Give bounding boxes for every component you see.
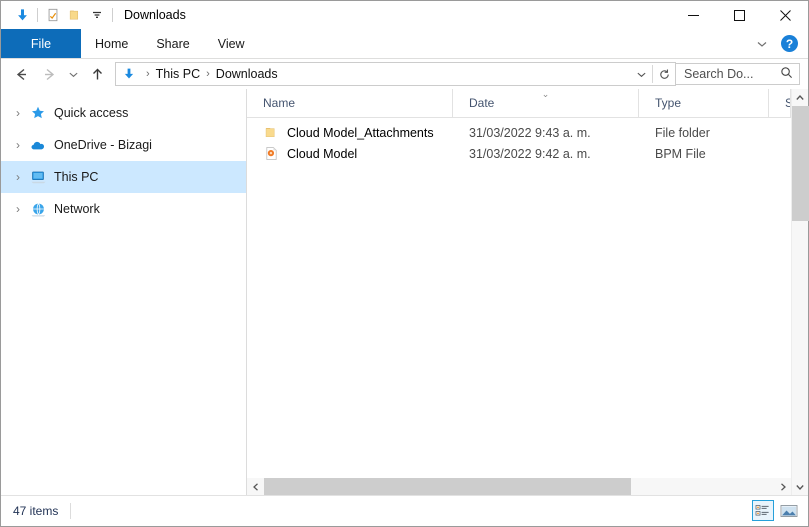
scroll-down-button[interactable] — [792, 478, 809, 495]
maximize-button[interactable] — [716, 1, 762, 29]
window-title: Downloads — [124, 8, 186, 22]
tab-share[interactable]: Share — [142, 29, 203, 58]
scroll-up-button[interactable] — [792, 89, 809, 106]
chevron-right-icon[interactable]: › — [9, 170, 27, 184]
item-count-label: 47 items — [13, 504, 59, 518]
column-header-date-label: Date — [469, 96, 495, 110]
file-type-cell: BPM File — [655, 146, 706, 161]
sidebar-item-network[interactable]: › Network — [1, 193, 246, 225]
horizontal-scroll-track[interactable] — [264, 478, 774, 495]
star-icon — [27, 105, 49, 121]
breadcrumb: › This PC › Downloads — [116, 66, 630, 82]
sidebar-item-label: Quick access — [54, 106, 129, 120]
cloud-icon — [27, 137, 49, 154]
sidebar-item-quick-access[interactable]: › Quick access — [1, 97, 246, 129]
file-name-cell[interactable]: Cloud Model — [247, 146, 453, 162]
column-header-date[interactable]: ⌄ Date — [453, 89, 639, 117]
folder-icon — [263, 125, 279, 141]
column-header-size-label: S — [785, 96, 790, 110]
up-button[interactable] — [83, 61, 111, 87]
table-row[interactable]: Cloud Model_Attachments 31/03/2022 9:43 … — [247, 122, 791, 143]
file-date-cell: 31/03/2022 9:43 a. m. — [469, 125, 591, 140]
qat-divider-1 — [37, 8, 38, 22]
forward-button[interactable] — [35, 61, 63, 87]
column-header-size[interactable]: S — [769, 89, 791, 117]
horizontal-scrollbar[interactable] — [247, 478, 791, 495]
scroll-left-button[interactable] — [247, 478, 264, 495]
ribbon-tab-bar: File Home Share View ? — [1, 29, 808, 59]
file-date-cell: 31/03/2022 9:42 a. m. — [469, 146, 591, 161]
vertical-scroll-thumb[interactable] — [791, 106, 809, 221]
breadcrumb-this-pc[interactable]: This PC — [151, 67, 205, 81]
computer-icon — [27, 169, 49, 186]
file-explorer-window: Downloads File Home Share View ? › This … — [0, 0, 809, 527]
search-input[interactable]: Search Do... — [676, 63, 800, 85]
download-icon[interactable] — [11, 4, 33, 26]
large-icons-view-button[interactable] — [778, 500, 800, 521]
details-view-button[interactable] — [752, 500, 774, 521]
chevron-down-icon[interactable] — [751, 33, 773, 55]
sidebar-item-label: OneDrive - Bizagi — [54, 138, 152, 152]
file-name-label: Cloud Model_Attachments — [287, 125, 434, 140]
new-folder-icon[interactable] — [64, 4, 86, 26]
file-type-cell: File folder — [655, 125, 710, 140]
ribbon-right-controls: ? — [751, 29, 804, 58]
sidebar-item-onedrive[interactable]: › OneDrive - Bizagi — [1, 129, 246, 161]
back-button[interactable] — [7, 61, 35, 87]
navigation-pane: › Quick access › OneDrive - Bizagi › Thi… — [1, 89, 247, 495]
tab-view[interactable]: View — [204, 29, 259, 58]
address-bar: › This PC › Downloads Search Do... — [1, 59, 808, 89]
title-bar: Downloads — [1, 1, 808, 29]
column-header-type-label: Type — [655, 96, 682, 110]
properties-icon[interactable] — [42, 4, 64, 26]
column-header-name[interactable]: Name — [247, 89, 453, 117]
column-header-type[interactable]: Type — [639, 89, 769, 117]
breadcrumb-downloads[interactable]: Downloads — [211, 67, 283, 81]
scroll-right-button[interactable] — [774, 478, 791, 495]
file-name-label: Cloud Model — [287, 146, 358, 161]
vertical-scroll-track[interactable] — [791, 106, 809, 478]
qat-divider-2 — [112, 8, 113, 22]
address-field[interactable]: › This PC › Downloads — [115, 62, 676, 86]
column-header-name-label: Name — [263, 96, 296, 110]
status-divider — [70, 503, 72, 519]
help-icon[interactable]: ? — [781, 35, 798, 52]
status-bar: 47 items — [1, 495, 808, 526]
explorer-body: › Quick access › OneDrive - Bizagi › Thi… — [1, 89, 809, 495]
sidebar-item-label: This PC — [54, 170, 99, 184]
view-mode-buttons — [752, 500, 800, 521]
table-row[interactable]: Cloud Model 31/03/2022 9:42 a. m. BPM Fi… — [247, 143, 791, 164]
window-controls — [670, 1, 808, 29]
customize-qat-icon[interactable] — [86, 4, 108, 26]
chevron-right-icon[interactable]: › — [9, 106, 27, 120]
tab-file[interactable]: File — [1, 29, 81, 58]
chevron-right-icon[interactable]: › — [9, 202, 27, 216]
file-list: Cloud Model_Attachments 31/03/2022 9:43 … — [247, 118, 791, 478]
search-icon[interactable] — [780, 66, 793, 82]
close-button[interactable] — [762, 1, 808, 29]
search-placeholder: Search Do... — [684, 67, 754, 81]
sidebar-item-label: Network — [54, 202, 100, 216]
vertical-scrollbar[interactable] — [791, 89, 809, 495]
recent-locations-button[interactable] — [63, 61, 83, 87]
file-name-cell[interactable]: Cloud Model_Attachments — [247, 125, 453, 141]
quick-access-toolbar: Downloads — [1, 1, 186, 29]
sidebar-item-this-pc[interactable]: › This PC — [1, 161, 246, 193]
refresh-icon[interactable] — [653, 64, 675, 84]
column-header-row: Name ⌄ Date Type S — [247, 89, 791, 118]
minimize-button[interactable] — [670, 1, 716, 29]
tab-home[interactable]: Home — [81, 29, 142, 58]
address-history-icon[interactable] — [630, 64, 652, 84]
chevron-right-icon[interactable]: › — [9, 138, 27, 152]
network-icon — [27, 201, 49, 218]
file-list-pane: Name ⌄ Date Type S — [247, 89, 791, 495]
breadcrumb-download-icon[interactable] — [121, 66, 137, 82]
sort-descending-icon: ⌄ — [541, 89, 550, 99]
bpm-file-icon — [263, 146, 279, 162]
horizontal-scroll-thumb[interactable] — [264, 478, 632, 495]
